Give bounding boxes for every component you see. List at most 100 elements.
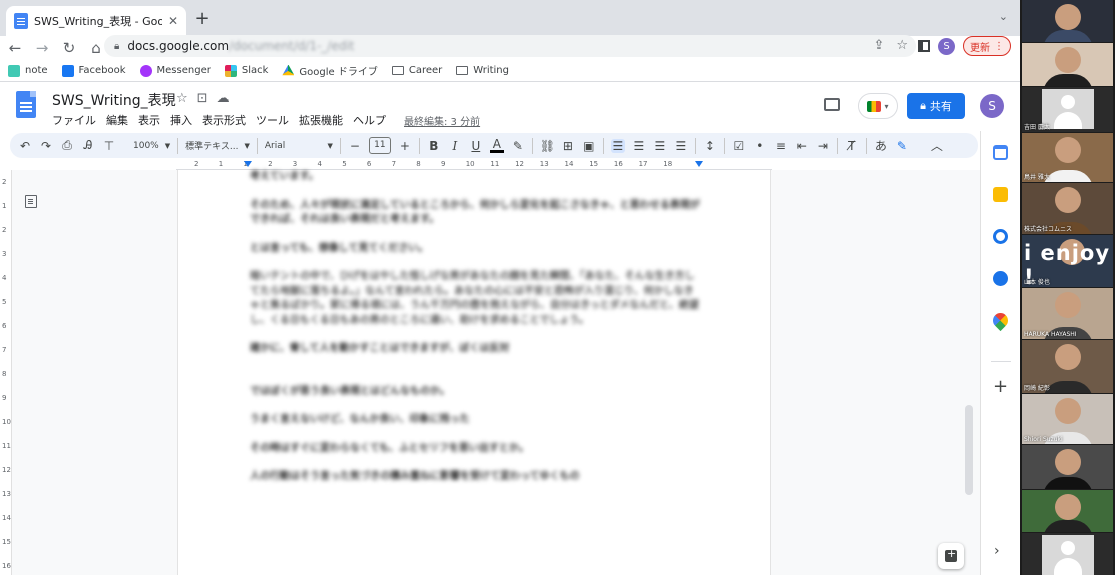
text-color-icon[interactable]: A — [489, 138, 504, 153]
bookmark-messenger[interactable]: Messenger — [139, 64, 211, 77]
meet-button[interactable]: ▾ — [858, 93, 898, 119]
menu-file[interactable]: ファイル — [52, 112, 96, 128]
participant-tile[interactable] — [1022, 490, 1113, 532]
checklist-icon[interactable]: ☑ — [732, 139, 746, 153]
link-icon[interactable]: ⛓ — [540, 139, 555, 153]
tab-docs[interactable]: SWS_Writing_表現 - Google ドキュメント ✕ — [6, 6, 186, 36]
participant-tile[interactable] — [1022, 445, 1113, 489]
calendar-icon[interactable] — [993, 145, 1008, 160]
editing-mode-icon[interactable]: ✎ — [895, 139, 909, 153]
decrease-font-size-icon[interactable]: − — [348, 139, 362, 153]
menu-format[interactable]: 表示形式 — [202, 112, 246, 128]
right-indent-marker[interactable] — [695, 161, 703, 167]
numbered-list-icon[interactable]: ≡ — [774, 139, 788, 153]
participant-tile[interactable] — [1022, 43, 1113, 86]
bookmark-facebook[interactable]: Facebook — [61, 64, 126, 77]
highlight-icon[interactable]: ✎ — [511, 139, 525, 153]
font-size-input[interactable]: 11 — [368, 137, 391, 154]
add-addon-icon[interactable]: + — [993, 376, 1008, 397]
last-edit-link[interactable]: 最終編集: 3 分前 — [404, 113, 480, 128]
document-title[interactable]: SWS_Writing_表現 — [52, 90, 176, 110]
account-avatar[interactable]: S — [980, 94, 1004, 118]
docs-logo-icon[interactable] — [16, 91, 36, 118]
menu-view[interactable]: 表示 — [138, 112, 160, 128]
document-body[interactable]: 考えています。 そのため、人々が現状に満足しているところから、何かしら変化を起こ… — [250, 170, 700, 499]
bookmark-note[interactable]: note — [8, 64, 48, 77]
chevron-right-icon[interactable]: › — [994, 543, 1000, 559]
move-folder-icon[interactable]: ⊡ — [197, 91, 208, 106]
explore-button[interactable] — [938, 543, 964, 569]
participant-tile[interactable]: i enjoy ! 山本 俊也 — [1022, 235, 1113, 287]
keep-icon[interactable] — [993, 187, 1008, 202]
paint-format-icon[interactable]: ⊤ — [102, 139, 116, 153]
bookmark-google-drive[interactable]: Google ドライブ — [282, 63, 378, 78]
participant-tile[interactable]: 株式会社コムニス — [1022, 183, 1113, 234]
participant-tile[interactable] — [1022, 533, 1113, 575]
participant-tile[interactable]: HARUKA HAYASHI — [1022, 288, 1113, 339]
tab-search-icon[interactable]: ⌄ — [999, 10, 1008, 23]
menu-extensions[interactable]: 拡張機能 — [299, 112, 343, 128]
star-icon[interactable]: ☆ — [176, 91, 188, 106]
align-right-icon[interactable]: ☰ — [653, 139, 667, 153]
maps-icon[interactable] — [989, 309, 1012, 332]
messenger-icon — [139, 64, 152, 77]
address-bar[interactable]: 🔒︎ docs.google.com /document/d/1-_/edit … — [104, 35, 916, 57]
bookmark-star-icon[interactable]: ☆ — [896, 38, 908, 53]
redo-icon[interactable]: ↷ — [39, 139, 53, 153]
insert-image-icon[interactable]: ▣ — [582, 139, 596, 153]
share-button[interactable]: 🔒︎ 共有 — [907, 93, 965, 119]
participant-tile[interactable] — [1022, 0, 1113, 42]
forward-icon[interactable]: → — [30, 39, 54, 57]
scrollbar-thumb[interactable] — [965, 405, 973, 495]
spellcheck-icon[interactable]: Ꭿ — [81, 138, 95, 153]
collapse-toolbar-icon[interactable]: ︿ — [930, 137, 944, 154]
document-page[interactable]: 考えています。 そのため、人々が現状に満足しているところから、何かしら変化を起こ… — [177, 170, 771, 575]
contacts-icon[interactable] — [993, 271, 1008, 286]
participant-tile[interactable]: 吉田 慶太 — [1022, 87, 1113, 132]
comment-history-icon[interactable] — [824, 98, 840, 111]
bookmark-folder-writing[interactable]: Writing — [456, 65, 509, 76]
vertical-ruler[interactable]: 2 1 2 3 4 5 6 7 8 9 10 11 12 13 14 15 16 — [0, 170, 12, 575]
align-left-icon[interactable]: ☰ — [610, 138, 625, 153]
align-justify-icon[interactable]: ☰ — [674, 139, 688, 153]
participant-tile[interactable]: 岡崎 紀彰 — [1022, 340, 1113, 393]
horizontal-ruler[interactable]: 2 1 1 2 3 4 5 6 7 8 9 10 11 12 13 14 15 16 17 18 — [176, 160, 772, 170]
update-button[interactable]: 更新 ⋮ — [963, 36, 1011, 56]
add-comment-icon[interactable]: ⊞ — [561, 139, 575, 153]
profile-avatar[interactable]: S — [938, 37, 955, 55]
zoom-select[interactable]: 100% ▼ — [133, 141, 170, 151]
italic-icon[interactable]: I — [448, 139, 462, 153]
bookmark-slack[interactable]: Slack — [224, 64, 268, 77]
increase-font-size-icon[interactable]: + — [398, 139, 412, 153]
menu-help[interactable]: ヘルプ — [353, 112, 386, 128]
side-panel-icon[interactable] — [918, 40, 930, 52]
share-page-icon[interactable]: ⇪ — [873, 38, 884, 53]
decrease-indent-icon[interactable]: ⇤ — [795, 139, 809, 153]
increase-indent-icon[interactable]: ⇥ — [816, 139, 830, 153]
participant-tile[interactable]: Shiori Suzuki — [1022, 394, 1113, 444]
tasks-icon[interactable] — [993, 229, 1008, 244]
back-icon[interactable]: ← — [3, 39, 27, 57]
bold-icon[interactable]: B — [427, 139, 441, 153]
participant-tile[interactable]: 鳥井 雅大 — [1022, 133, 1113, 182]
input-mode-indicator[interactable]: あ — [874, 137, 888, 154]
new-tab-button[interactable]: + — [192, 8, 212, 29]
close-icon[interactable]: ✕ — [168, 14, 178, 28]
menu-tools[interactable]: ツール — [256, 112, 289, 128]
underline-icon[interactable]: U — [469, 139, 483, 153]
bookmark-folder-career[interactable]: Career — [391, 65, 442, 76]
align-center-icon[interactable]: ☰ — [632, 139, 646, 153]
print-icon[interactable]: ⎙ — [60, 138, 74, 153]
style-select[interactable]: 標準テキス... ▼ — [185, 139, 250, 153]
clear-formatting-icon[interactable]: T̸ — [845, 139, 859, 153]
bulleted-list-icon[interactable]: • — [753, 139, 767, 153]
document-outline-icon[interactable] — [25, 195, 37, 208]
left-indent-marker[interactable] — [244, 161, 252, 167]
ruler-number: 9 — [2, 394, 7, 402]
undo-icon[interactable]: ↶ — [18, 139, 32, 153]
line-spacing-icon[interactable]: ↕ — [703, 139, 717, 153]
font-select[interactable]: Arial ▼ — [265, 141, 333, 151]
menu-edit[interactable]: 編集 — [106, 112, 128, 128]
menu-insert[interactable]: 挿入 — [170, 112, 192, 128]
reload-icon[interactable]: ↻ — [57, 39, 81, 57]
